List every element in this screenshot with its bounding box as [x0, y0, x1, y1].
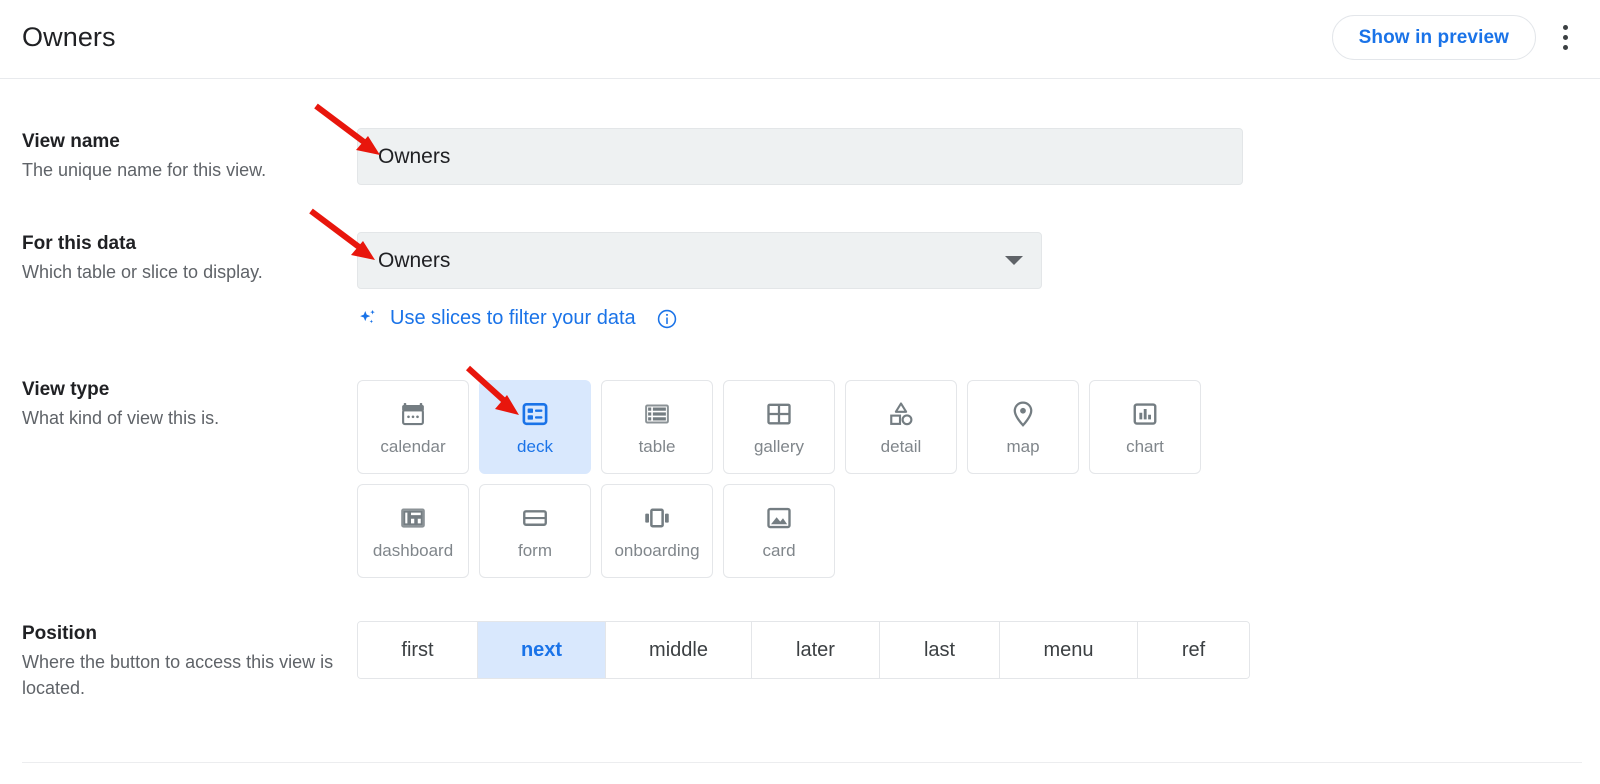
view-type-option-deck[interactable]: deck [479, 380, 591, 474]
view-type-option-dashboard[interactable]: dashboard [357, 484, 469, 578]
view-type-option-table[interactable]: table [601, 380, 713, 474]
position-option-last[interactable]: last [880, 622, 1000, 678]
view-type-option-gallery-label: gallery [754, 438, 804, 455]
for-this-data-description: Which table or slice to display. [22, 259, 342, 285]
header-actions: Show in preview [1332, 15, 1582, 60]
view-name-input[interactable]: Owners [357, 128, 1243, 185]
view-type-option-onboarding-label: onboarding [614, 542, 699, 559]
view-type-option-table-label: table [639, 438, 676, 455]
view-type-option-deck-label: deck [517, 438, 553, 455]
position-option-ref[interactable]: ref [1138, 622, 1249, 678]
position-label-group: Position Where the button to access this… [22, 621, 342, 701]
show-in-preview-button[interactable]: Show in preview [1332, 15, 1536, 60]
view-type-option-map-label: map [1006, 438, 1039, 455]
view-type-option-form-label: form [518, 542, 552, 559]
use-slices-link[interactable]: Use slices to filter your data [357, 307, 678, 330]
view-type-row-1: calendar deck [357, 380, 1201, 474]
position-option-menu[interactable]: menu [1000, 622, 1138, 678]
table-icon [642, 399, 672, 429]
use-slices-link-label: Use slices to filter your data [390, 307, 636, 330]
view-type-option-chart-label: chart [1126, 438, 1164, 455]
dashboard-icon [398, 503, 428, 533]
view-name-input-value: Owners [378, 145, 450, 169]
chevron-down-icon [1005, 256, 1023, 265]
gallery-icon [764, 399, 794, 429]
view-type-row-2: dashboard form [357, 484, 1201, 578]
position-option-later[interactable]: later [752, 622, 880, 678]
form-icon [520, 503, 550, 533]
onboarding-icon [642, 503, 672, 533]
more-vertical-icon[interactable] [1548, 16, 1582, 60]
for-this-data-value: Owners [378, 249, 450, 273]
position-segmented-control: first next middle later last menu ref [357, 621, 1250, 679]
for-this-data-label-group: For this data Which table or slice to di… [22, 231, 342, 285]
info-icon[interactable] [656, 308, 678, 330]
position-description: Where the button to access this view is … [22, 649, 342, 701]
view-config-page: Owners Show in preview View name The uni… [0, 0, 1600, 784]
section-divider [22, 762, 1582, 763]
position-label: Position [22, 621, 342, 647]
settings-body: View name The unique name for this view.… [0, 79, 1600, 784]
position-option-middle[interactable]: middle [606, 622, 752, 678]
page-title: Owners [22, 22, 116, 53]
position-option-next[interactable]: next [478, 622, 606, 678]
view-type-description: What kind of view this is. [22, 405, 342, 431]
page-header: Owners Show in preview [0, 0, 1600, 79]
view-type-option-gallery[interactable]: gallery [723, 380, 835, 474]
view-name-label-group: View name The unique name for this view. [22, 129, 342, 183]
card-icon [764, 503, 794, 533]
detail-icon [886, 399, 916, 429]
for-this-data-label: For this data [22, 231, 342, 257]
position-option-first[interactable]: first [358, 622, 478, 678]
chart-icon [1130, 399, 1160, 429]
view-type-option-card-label: card [762, 542, 795, 559]
map-pin-icon [1008, 399, 1038, 429]
view-type-option-detail[interactable]: detail [845, 380, 957, 474]
view-type-option-calendar[interactable]: calendar [357, 380, 469, 474]
view-type-option-detail-label: detail [881, 438, 922, 455]
for-this-data-select[interactable]: Owners [357, 232, 1042, 289]
view-name-label: View name [22, 129, 342, 155]
view-type-option-calendar-label: calendar [380, 438, 445, 455]
view-type-option-onboarding[interactable]: onboarding [601, 484, 713, 578]
view-type-option-map[interactable]: map [967, 380, 1079, 474]
view-type-label: View type [22, 377, 342, 403]
deck-icon [520, 399, 550, 429]
view-type-option-dashboard-label: dashboard [373, 542, 453, 559]
view-type-option-chart[interactable]: chart [1089, 380, 1201, 474]
view-type-label-group: View type What kind of view this is. [22, 377, 342, 431]
calendar-icon [398, 399, 428, 429]
sparkle-icon [357, 307, 380, 330]
view-type-options: calendar deck [357, 380, 1201, 588]
view-type-option-form[interactable]: form [479, 484, 591, 578]
view-name-description: The unique name for this view. [22, 157, 342, 183]
view-type-option-card[interactable]: card [723, 484, 835, 578]
